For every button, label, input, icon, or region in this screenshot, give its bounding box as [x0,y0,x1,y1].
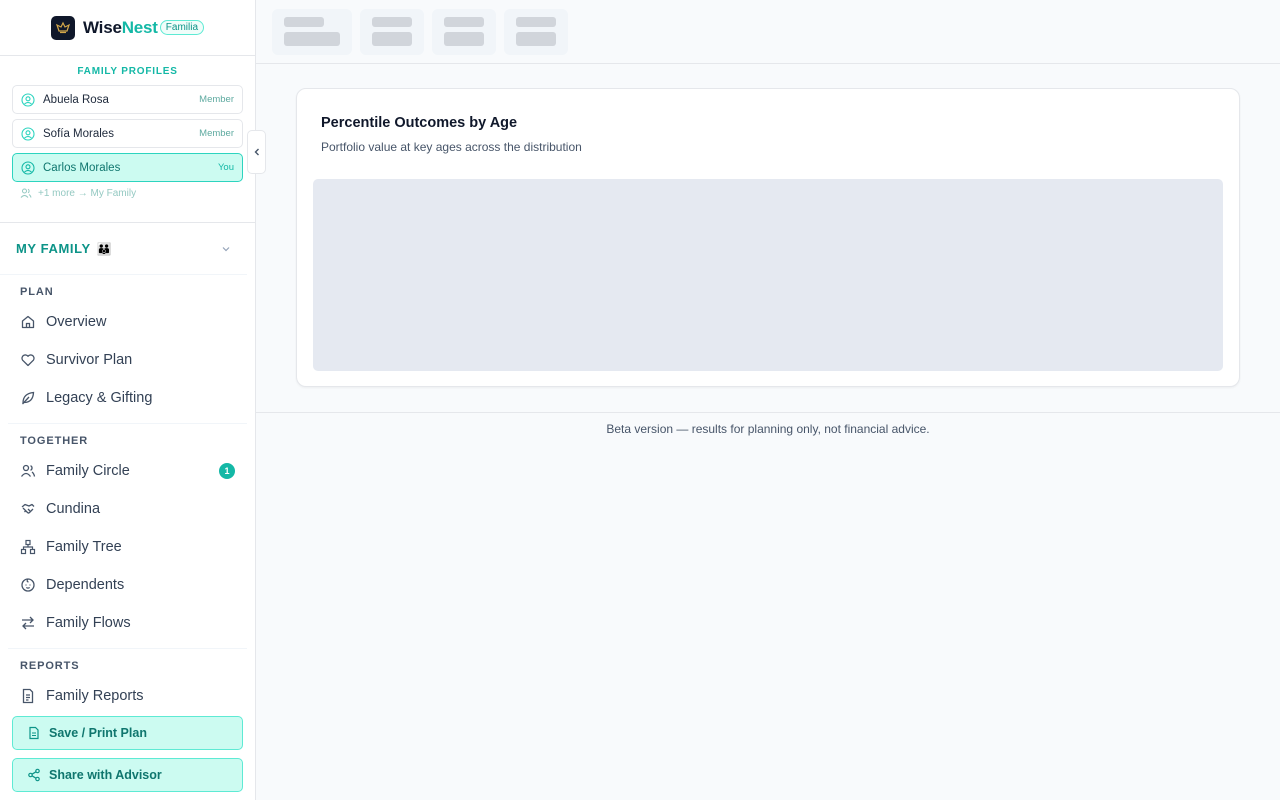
save-print-label: Save / Print Plan [49,726,147,740]
document-icon [22,688,34,704]
sidebar-item-label: Family Circle [46,463,130,479]
sidebar-item-family-tree[interactable]: Family Tree [8,528,247,566]
skeleton-tab [360,9,424,55]
handshake-icon [21,503,35,514]
sidebar-item-dependents[interactable]: Dependents [8,566,247,604]
nav-section-title: REPORTS [20,660,80,672]
sidebar-item-label: Family Flows [46,615,131,631]
sidebar-item-label: Family Reports [46,688,144,704]
logo-icon [50,15,75,40]
skeleton-tab [272,9,352,55]
chevron-left-icon [254,148,259,156]
nav-section-plan: PLAN Overview Survivor Plan Legacy & Gif… [8,275,247,424]
profile-item[interactable]: Sofía Morales Member [12,119,243,148]
skeleton-line [372,17,412,27]
sidebar-item-legacy-gifting[interactable]: Legacy & Gifting [8,379,247,417]
profile-name: Sofía Morales [43,127,114,140]
chevron-down-icon [222,246,230,251]
sidebar-item-survivor-plan[interactable]: Survivor Plan [8,341,247,379]
brand-name-part2: Nest [121,17,158,37]
brand-name-part1: Wise [82,17,122,37]
file-icon [29,726,39,740]
sidebar-item-overview[interactable]: Overview [8,303,247,341]
footer-disclaimer: Beta version — results for planning only… [256,412,1280,436]
save-print-button[interactable]: Save / Print Plan [12,716,243,750]
sidebar-item-label: Family Tree [46,539,122,555]
card-title: Percentile Outcomes by Age [321,115,518,131]
brand-name: WiseNest [83,18,158,38]
family-selector[interactable]: MY FAMILY 👪 [0,223,247,275]
skeleton-tab [504,9,568,55]
notification-badge: 1 [219,463,235,479]
nav-section-together: TOGETHER Family Circle 1 Cundina Family … [8,424,247,649]
nav-section-title: PLAN [20,286,54,298]
profile-item[interactable]: Abuela Rosa Member [12,85,243,114]
profiles-title: FAMILY PROFILES [77,66,178,77]
skeleton-line [444,17,484,27]
sidebar-item-label: Overview [46,314,107,330]
skeleton-line [516,32,556,46]
collapse-sidebar-button[interactable] [247,130,266,174]
top-bar-loading [256,0,1280,64]
skeleton-line [284,32,340,46]
sidebar-item-cundina[interactable]: Cundina [8,490,247,528]
disclaimer-text: Beta version — results for planning only… [606,422,930,436]
users-icon [20,188,32,198]
share-advisor-label: Share with Advisor [49,768,162,782]
sidebar-actions: Save / Print Plan Share with Advisor [0,708,255,800]
sidebar-nav: PLAN Overview Survivor Plan Legacy & Gif… [0,275,255,715]
sidebar: WiseNest Familia FAMILY PROFILES Abuela … [0,0,256,800]
sidebar-item-label: Cundina [46,501,101,517]
chart-loading-placeholder [313,179,1223,371]
heart-icon [21,354,35,367]
more-profiles-link[interactable]: +1 more → My Family [12,187,243,199]
profile-name: Carlos Morales [43,161,121,174]
arrows-icon [22,616,34,630]
user-circle-icon [21,92,35,107]
nav-section-reports: REPORTS Family Reports [8,649,247,715]
profile-item-active[interactable]: Carlos Morales You [12,153,243,182]
users-icon [20,464,36,477]
skeleton-line [372,32,412,46]
baby-icon [21,578,35,592]
more-profiles-text: +1 more → My Family [38,187,137,199]
skeleton-line [284,17,324,27]
home-icon [21,315,35,329]
card-subtitle: Portfolio value at key ages across the d… [321,140,582,154]
share-advisor-button[interactable]: Share with Advisor [12,758,243,792]
skeleton-line [444,32,484,46]
profile-role: Member [199,128,234,139]
skeleton-line [516,17,556,27]
brand-badge: Familia [159,20,205,35]
sidebar-item-label: Legacy & Gifting [46,390,153,406]
user-circle-icon [21,126,35,141]
profile-name: Abuela Rosa [43,93,109,106]
user-circle-icon [21,160,35,175]
sidebar-item-family-circle[interactable]: Family Circle 1 [8,452,247,490]
brand-header[interactable]: WiseNest Familia [0,0,255,56]
leaf-icon [22,391,35,405]
sidebar-item-family-flows[interactable]: Family Flows [8,604,247,642]
percentile-outcomes-card: Percentile Outcomes by Age Portfolio val… [296,88,1240,387]
family-selector-label: MY FAMILY [16,241,91,256]
profile-role: You [217,162,234,173]
sidebar-item-label: Survivor Plan [46,352,133,368]
nav-section-title: TOGETHER [20,435,89,447]
family-profiles: FAMILY PROFILES Abuela Rosa Member Sofía… [0,56,255,223]
skeleton-tab [432,9,496,55]
tree-icon [20,539,36,555]
profile-role: Member [199,94,234,105]
family-emoji: 👪 [96,241,112,256]
sidebar-item-label: Dependents [46,577,125,593]
share-icon [28,768,40,782]
